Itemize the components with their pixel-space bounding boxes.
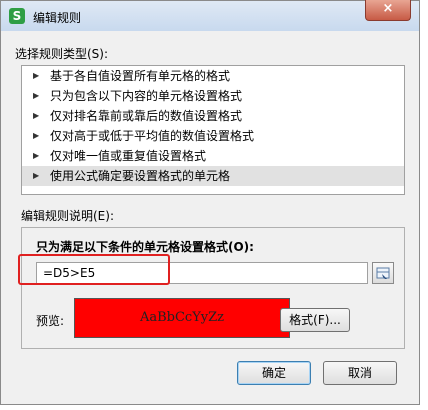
- rule-type-label: 选择规则类型(S):: [15, 47, 109, 61]
- rule-type-item-label: 仅对排名靠前或靠后的数值设置格式: [50, 109, 243, 123]
- rule-type-item-selected[interactable]: ▶ 使用公式确定要设置格式的单元格: [22, 166, 404, 186]
- rule-type-item[interactable]: ▶ 仅对唯一值或重复值设置格式: [22, 146, 404, 166]
- triangle-right-icon: ▶: [33, 151, 40, 160]
- rule-type-item[interactable]: ▶ 仅对高于或低于平均值的数值设置格式: [22, 126, 404, 146]
- rule-type-item-label: 基于各自值设置所有单元格的格式: [50, 69, 231, 83]
- annotation-highlight-box: [18, 254, 170, 285]
- rule-type-item-label: 使用公式确定要设置格式的单元格: [50, 169, 231, 183]
- rule-type-item[interactable]: ▶ 只为包含以下内容的单元格设置格式: [22, 86, 404, 106]
- rule-type-item-label: 只为包含以下内容的单元格设置格式: [50, 89, 243, 103]
- range-select-icon: [376, 267, 390, 279]
- cancel-button[interactable]: 取消: [323, 361, 397, 385]
- triangle-right-icon: ▶: [33, 91, 40, 100]
- triangle-right-icon: ▶: [33, 111, 40, 120]
- rule-desc-panel: 只为满足以下条件的单元格设置格式(O): 预览: AaBbCcYyZz 格式(F…: [21, 227, 405, 349]
- format-button[interactable]: 格式(F)...: [280, 308, 350, 332]
- format-preview: AaBbCcYyZz: [74, 298, 290, 338]
- rule-type-item[interactable]: ▶ 仅对排名靠前或靠后的数值设置格式: [22, 106, 404, 126]
- triangle-right-icon: ▶: [33, 171, 40, 180]
- rule-type-item-label: 仅对高于或低于平均值的数值设置格式: [50, 129, 255, 143]
- rule-type-item[interactable]: ▶ 基于各自值设置所有单元格的格式: [22, 66, 404, 86]
- range-select-button[interactable]: [372, 262, 394, 284]
- triangle-right-icon: ▶: [33, 131, 40, 140]
- rule-type-list[interactable]: ▶ 基于各自值设置所有单元格的格式 ▶ 只为包含以下内容的单元格设置格式 ▶ 仅对排名…: [21, 65, 405, 195]
- rule-desc-label: 编辑规则说明(E):: [21, 209, 114, 223]
- app-logo-icon: S: [9, 8, 25, 24]
- title-bar: S 编辑规则 ×: [1, 0, 419, 31]
- edit-rule-dialog: S 编辑规则 × 选择规则类型(S): ▶ 基于各自值设置所有单元格的格式 ▶ 只为…: [0, 0, 420, 405]
- ok-button[interactable]: 确定: [237, 361, 311, 385]
- rule-type-item-label: 仅对唯一值或重复值设置格式: [50, 149, 207, 163]
- triangle-right-icon: ▶: [33, 71, 40, 80]
- dialog-title: 编辑规则: [33, 11, 82, 25]
- condition-label: 只为满足以下条件的单元格设置格式(O):: [36, 240, 254, 254]
- close-button[interactable]: ×: [365, 0, 411, 21]
- preview-label: 预览:: [36, 314, 65, 328]
